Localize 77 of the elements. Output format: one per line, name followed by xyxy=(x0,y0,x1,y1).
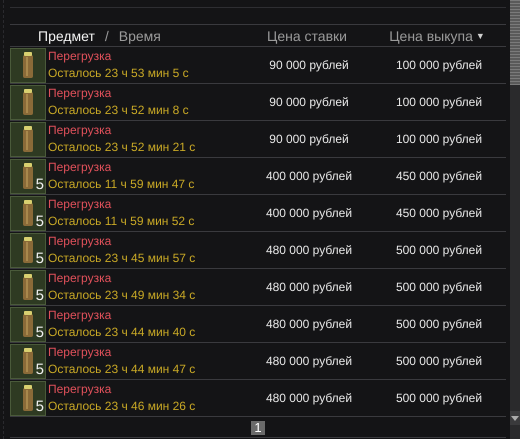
bid-price: 480 000 рублей xyxy=(266,243,352,257)
item-thumbnail[interactable]: 5 xyxy=(10,158,46,194)
buyout-price: 500 000 рублей xyxy=(396,243,482,257)
buyout-price: 100 000 рублей xyxy=(396,132,482,146)
canister-icon xyxy=(21,273,35,301)
bid-price: 90 000 рублей xyxy=(269,132,349,146)
time-remaining: Осталось 23 ч 49 мин 34 с xyxy=(48,287,196,304)
scroll-thumb[interactable] xyxy=(510,0,520,85)
buyout-price: 100 000 рублей xyxy=(396,58,482,72)
item-count: 5 xyxy=(36,214,44,228)
canister-icon xyxy=(21,310,35,338)
bid-price: 480 000 рублей xyxy=(266,317,352,331)
item-thumbnail[interactable] xyxy=(10,48,46,82)
item-name: Перегрузка xyxy=(48,270,112,287)
column-header[interactable]: Время xyxy=(118,28,161,44)
item-thumbnail[interactable]: 5 xyxy=(10,232,46,268)
time-remaining: Осталось 11 ч 59 мин 52 с xyxy=(48,213,196,230)
canister-icon xyxy=(21,162,35,190)
canister-icon xyxy=(21,51,35,79)
canister-icon xyxy=(21,347,35,375)
item-name: Перегрузка xyxy=(48,48,112,65)
buyout-price: 500 000 рублей xyxy=(396,391,482,405)
item-thumbnail[interactable]: 5 xyxy=(10,380,46,416)
item-thumbnail[interactable]: 5 xyxy=(10,344,46,378)
time-remaining: Осталось 11 ч 59 мин 47 с xyxy=(48,176,196,193)
item-count: 5 xyxy=(36,398,44,414)
item-name: Перегрузка xyxy=(48,122,112,139)
scroll-down-icon[interactable] xyxy=(510,411,520,425)
item-name: Перегрузка xyxy=(48,344,112,361)
item-name: Перегрузка xyxy=(48,159,112,176)
item-thumbnail[interactable]: 5 xyxy=(10,270,46,304)
separator-text: / xyxy=(104,28,109,44)
time-remaining: Осталось 23 ч 52 мин 8 с xyxy=(48,102,190,119)
buyout-price: 500 000 рублей xyxy=(396,354,482,368)
time-remaining: Осталось 23 ч 46 мин 26 с xyxy=(48,398,196,415)
item-thumbnail[interactable]: 5 xyxy=(10,306,46,342)
page-button[interactable]: 1 xyxy=(251,421,265,435)
item-count: 5 xyxy=(36,176,44,192)
item-count: 5 xyxy=(36,324,44,340)
column-header[interactable]: Предмет xyxy=(38,28,95,44)
scrollbar[interactable] xyxy=(510,0,520,439)
bid-price: 90 000 рублей xyxy=(269,95,349,109)
item-count: 5 xyxy=(36,288,44,302)
bid-price: 480 000 рублей xyxy=(266,391,352,405)
bid-price: 90 000 рублей xyxy=(269,58,349,72)
item-name: Перегрузка xyxy=(48,85,112,102)
time-remaining: Осталось 23 ч 44 мин 47 с xyxy=(48,361,196,378)
item-count: 5 xyxy=(36,250,44,266)
column-header[interactable]: Цена выкупа ▼ xyxy=(389,28,485,44)
time-remaining: Осталось 23 ч 53 мин 5 с xyxy=(48,65,190,82)
item-thumbnail[interactable]: 5 xyxy=(10,196,46,230)
item-thumbnail[interactable] xyxy=(10,122,46,156)
time-remaining: Осталось 23 ч 44 мин 40 с xyxy=(48,324,196,341)
bid-price: 480 000 рублей xyxy=(266,280,352,294)
item-name: Перегрузка xyxy=(48,196,112,213)
column-header[interactable]: Цена ставки xyxy=(267,28,347,44)
buyout-price: 100 000 рублей xyxy=(396,95,482,109)
item-name: Перегрузка xyxy=(48,307,112,324)
buyout-price: 450 000 рублей xyxy=(396,169,482,183)
buyout-price: 500 000 рублей xyxy=(396,317,482,331)
sort-icon: ▼ xyxy=(476,30,485,40)
item-thumbnail[interactable] xyxy=(10,84,46,120)
time-remaining: Осталось 23 ч 52 мин 21 с xyxy=(48,139,196,156)
canister-icon xyxy=(21,88,35,116)
time-remaining: Осталось 23 ч 45 мин 57 с xyxy=(48,250,196,267)
item-name: Перегрузка xyxy=(48,381,112,398)
canister-icon xyxy=(21,199,35,227)
canister-icon xyxy=(21,125,35,153)
canister-icon xyxy=(21,236,35,264)
item-count: 5 xyxy=(36,362,44,376)
buyout-price: 500 000 рублей xyxy=(396,280,482,294)
item-name: Перегрузка xyxy=(48,233,112,250)
bid-price: 400 000 рублей xyxy=(266,169,352,183)
canister-icon xyxy=(21,384,35,412)
bid-price: 400 000 рублей xyxy=(266,206,352,220)
bid-price: 480 000 рублей xyxy=(266,354,352,368)
buyout-price: 450 000 рублей xyxy=(396,206,482,220)
